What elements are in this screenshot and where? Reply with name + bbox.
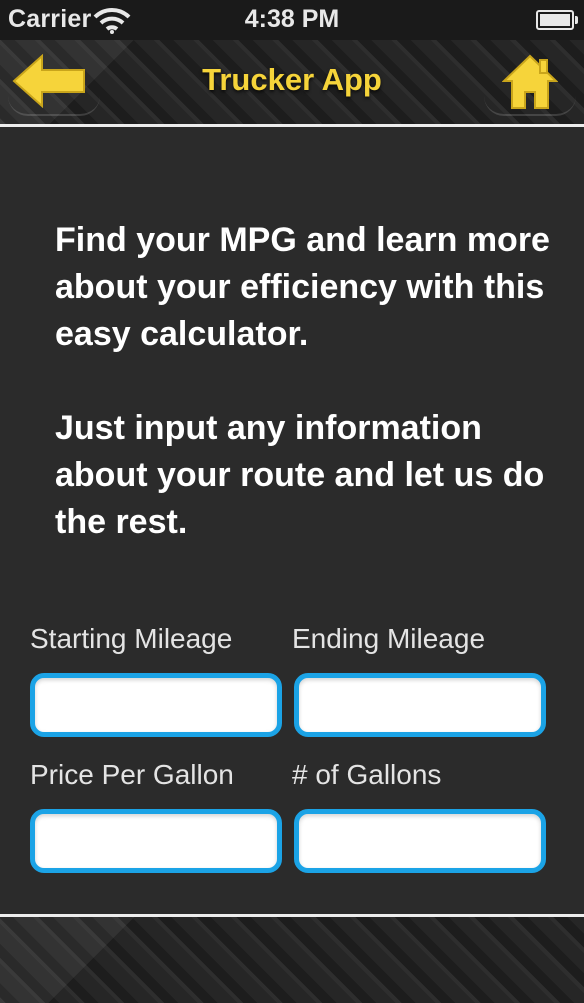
clock-time: 4:38 PM (244, 5, 340, 33)
home-button[interactable] (484, 48, 576, 116)
calculator-panel: Find your MPG and learn more about your … (0, 127, 584, 914)
status-bar: Carrier 4:38 PM (0, 0, 584, 40)
intro-paragraph-2: Just input any information about your ro… (55, 409, 545, 541)
gallons-label: # of Gallons (292, 759, 442, 790)
bottom-bar (0, 914, 584, 1003)
starting-mileage-input[interactable] (30, 673, 282, 737)
ending-mileage-input[interactable] (294, 673, 546, 737)
battery-icon (536, 10, 578, 30)
navigation-bar: Trucker App (0, 40, 584, 127)
intro-paragraph-1: Find your MPG and learn more about your … (55, 221, 550, 353)
gallons-input[interactable] (294, 809, 546, 873)
starting-mileage-label: Starting Mileage (30, 623, 233, 654)
intro-text: Find your MPG and learn more about your … (55, 217, 555, 546)
price-per-gallon-input[interactable] (30, 809, 282, 873)
price-per-gallon-label: Price Per Gallon (30, 759, 234, 790)
ending-mileage-label: Ending Mileage (292, 623, 486, 654)
